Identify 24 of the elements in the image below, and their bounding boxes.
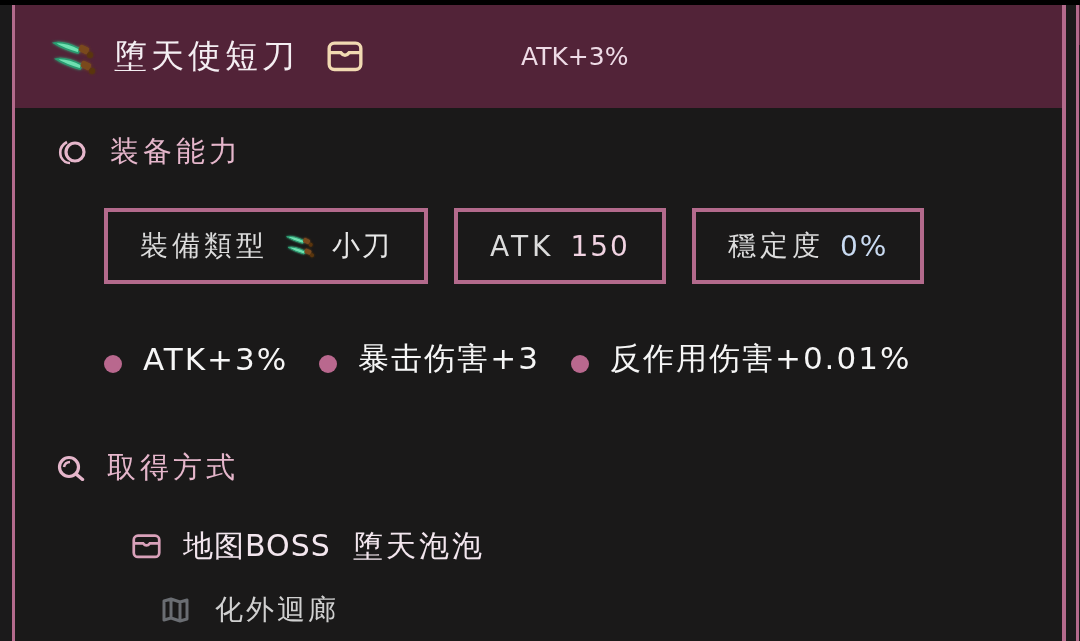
effect-text: 暴击伤害+3 [358,339,540,378]
location-text: 化外迴廊 [215,592,339,628]
effect-text: 反作用伤害+0.01% [609,339,912,378]
search-icon [57,455,85,481]
stat-value: 小刀 [332,228,392,264]
header-bonus: ATK+3% [521,42,629,71]
source-type: 地图BOSS [183,527,331,565]
stat-label: ATK [490,229,555,263]
ring-icon [57,139,88,165]
stat-label: 穩定度 [727,228,824,264]
bullet-icon [319,355,338,373]
boss-name: 堕天泡泡 [352,527,485,565]
stat-value: 0% [839,229,889,263]
effect-text: ATK+3% [143,341,289,377]
stat-label: 裝備類型 [140,228,268,264]
section-heading: 取得方式 [107,449,239,486]
map-icon [162,597,189,623]
bullet-icon [570,355,589,373]
chest-icon [327,41,363,72]
bullet-icon [104,355,122,373]
item-title: 堕天使短刀 [114,35,299,77]
chest-icon [132,534,161,559]
stat-value: 150 [570,229,630,263]
section-heading: 装备能力 [110,133,242,170]
